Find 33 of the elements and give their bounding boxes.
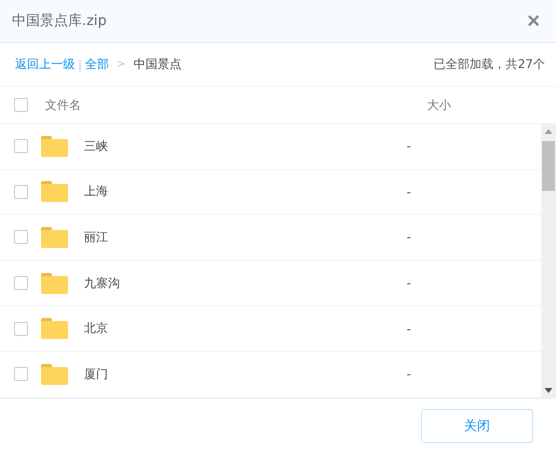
select-all-checkbox[interactable] [14, 98, 28, 112]
file-size: - [406, 139, 411, 154]
folder-icon [41, 136, 68, 157]
row-checkbox[interactable] [14, 367, 28, 382]
folder-icon [41, 272, 68, 294]
scrollbar[interactable] [541, 124, 556, 398]
window-title: 中国景点库.zip [12, 12, 107, 30]
folder-icon [41, 364, 68, 385]
file-name[interactable]: 三峡 [84, 138, 108, 155]
row-checkbox[interactable] [14, 276, 28, 290]
file-size: - [406, 367, 411, 382]
load-status: 已全部加载，共27个 [434, 56, 545, 73]
file-size: - [406, 276, 411, 290]
row-checkbox[interactable] [14, 322, 28, 336]
file-name[interactable]: 丽江 [84, 228, 108, 246]
row-checkbox[interactable] [14, 184, 28, 199]
row-checkbox[interactable] [14, 230, 28, 244]
folder-icon [41, 181, 68, 202]
file-name[interactable]: 九寨沟 [84, 274, 120, 292]
folder-icon [41, 318, 68, 340]
column-header: 大小 [427, 96, 451, 114]
file-name[interactable]: 上海 [84, 183, 108, 200]
file-size: - [406, 230, 411, 244]
file-size: - [406, 322, 411, 336]
breadcrumb-arrow: > [117, 59, 126, 70]
current-folder: 中国景点 [133, 56, 182, 73]
file-size: - [406, 184, 411, 199]
folder-icon [41, 226, 68, 248]
separator-text: | [78, 58, 82, 72]
file-name[interactable]: 北京 [84, 320, 108, 338]
file-name[interactable]: 厦门 [84, 366, 108, 383]
column-header: 文件名 [45, 96, 81, 114]
row-checkbox[interactable] [14, 139, 28, 154]
